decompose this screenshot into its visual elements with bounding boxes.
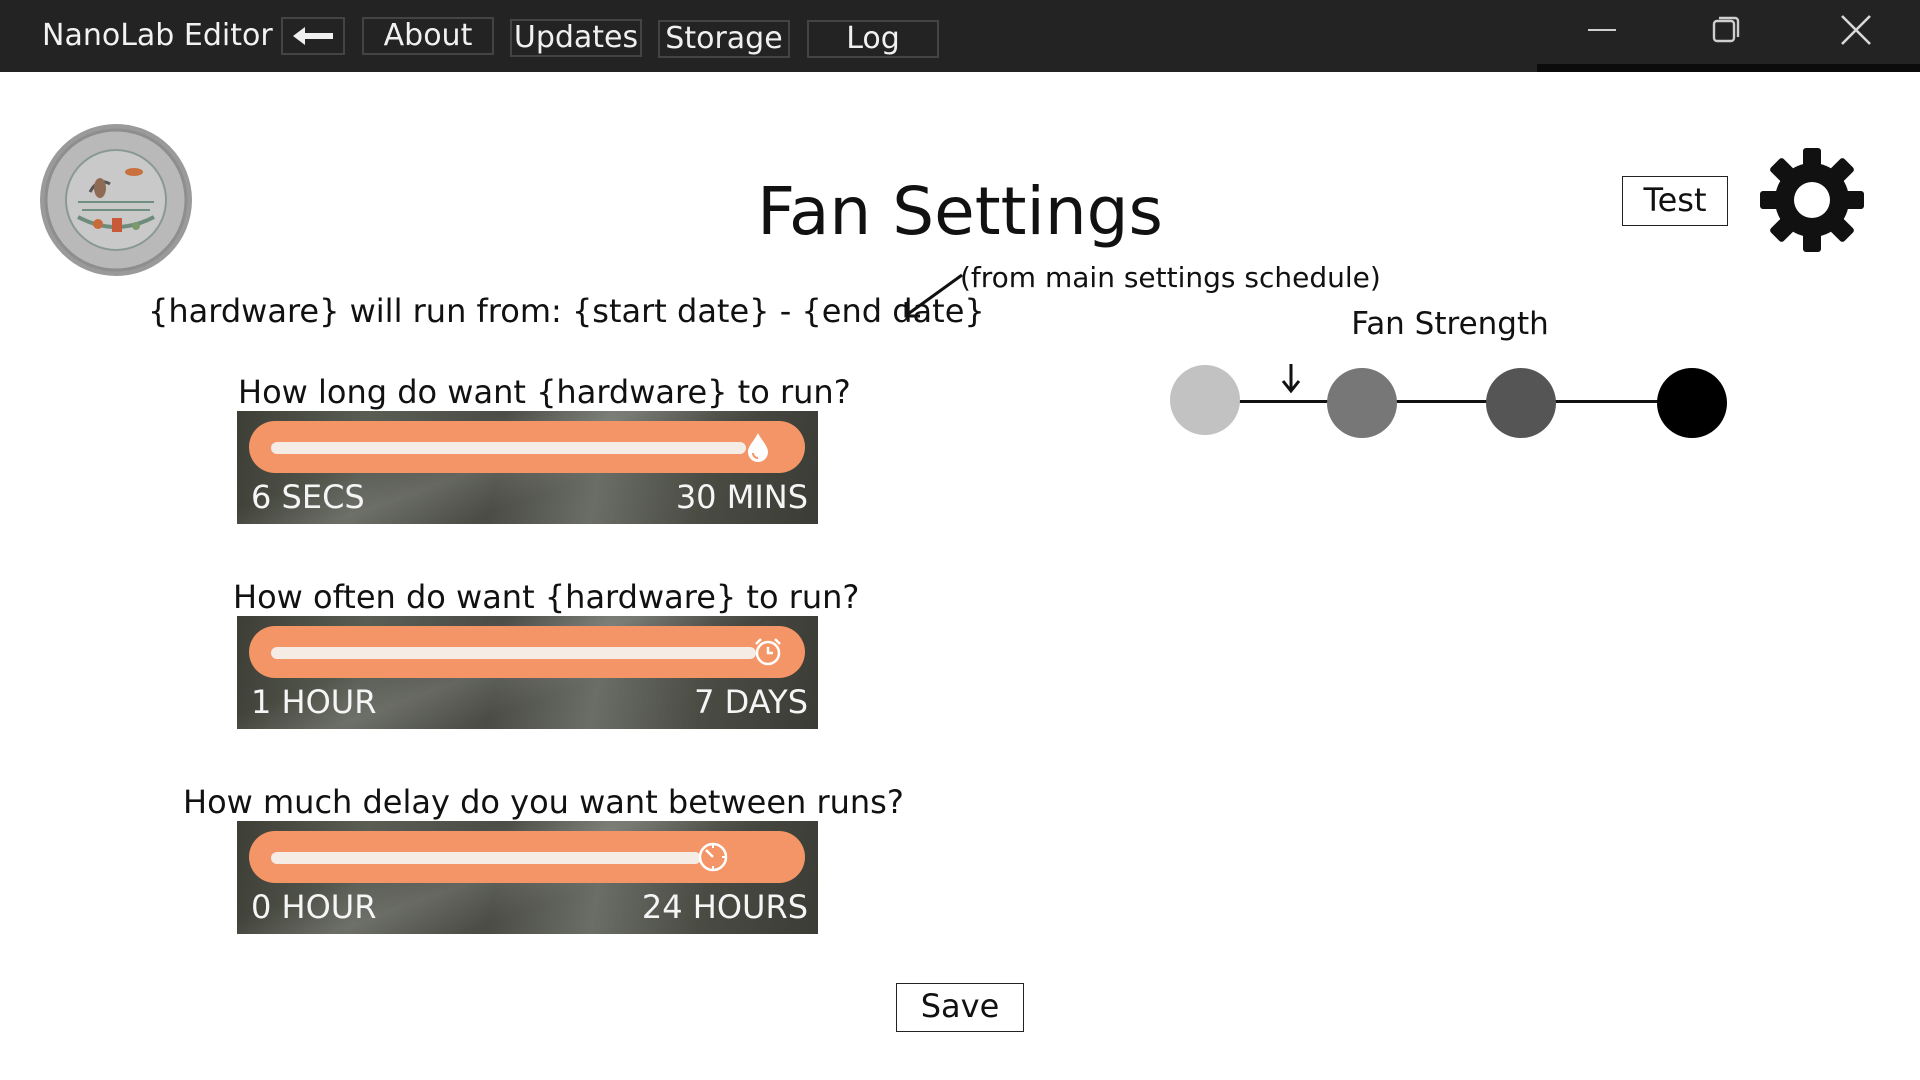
slider-track	[271, 442, 746, 454]
minimize-icon[interactable]	[1580, 12, 1624, 48]
back-button[interactable]	[281, 17, 345, 55]
schedule-note: (from main settings schedule)	[960, 261, 1381, 294]
app-title: NanoLab Editor	[42, 18, 273, 53]
page-title: Fan Settings	[757, 173, 1163, 250]
title-bar: NanoLab Editor About Updates Storage Log	[0, 0, 1920, 72]
nanolab-seal-logo	[40, 124, 192, 276]
slider-min-label: 6 SECS	[251, 478, 365, 516]
slider-track	[271, 647, 756, 659]
close-icon[interactable]	[1834, 12, 1878, 48]
slider-min-label: 1 HOUR	[251, 683, 377, 721]
fan-level-3[interactable]	[1486, 368, 1556, 438]
gear-icon[interactable]	[1760, 148, 1864, 252]
restore-icon[interactable]	[1704, 12, 1748, 48]
run-frequency-question: How often do want {hardware} to run?	[233, 578, 860, 616]
alarm-clock-icon[interactable]	[752, 636, 784, 668]
run-duration-slider-panel: 6 SECS 30 MINS	[237, 411, 818, 524]
slider-min-label: 0 HOUR	[251, 888, 377, 926]
nav-storage-button[interactable]: Storage	[658, 20, 790, 58]
fan-level-1[interactable]	[1170, 365, 1240, 435]
run-duration-slider[interactable]	[249, 421, 805, 473]
nav-updates-button[interactable]: Updates	[510, 19, 642, 57]
down-arrow-icon	[1281, 364, 1301, 394]
fan-strength-label: Fan Strength	[1351, 306, 1549, 342]
save-button[interactable]: Save	[896, 983, 1024, 1032]
schedule-text: {hardware} will run from: {start date} -…	[148, 292, 985, 330]
run-frequency-slider-panel: 1 HOUR 7 DAYS	[237, 616, 818, 729]
fan-level-4[interactable]	[1657, 368, 1727, 438]
run-delay-question: How much delay do you want between runs?	[183, 783, 904, 821]
slider-max-label: 7 DAYS	[694, 683, 808, 721]
nav-about-button[interactable]: About	[362, 17, 494, 55]
run-delay-slider-panel: 0 HOUR 24 HOURS	[237, 821, 818, 934]
titlebar-accent	[1537, 64, 1920, 72]
nav-log-button[interactable]: Log	[807, 20, 939, 58]
fan-level-2[interactable]	[1327, 368, 1397, 438]
water-drop-icon[interactable]	[742, 431, 774, 463]
run-frequency-slider[interactable]	[249, 626, 805, 678]
run-duration-question: How long do want {hardware} to run?	[238, 373, 851, 411]
run-delay-slider[interactable]	[249, 831, 805, 883]
timer-icon[interactable]	[697, 841, 729, 873]
left-arrow-icon	[293, 27, 333, 45]
fan-strength-track	[1205, 400, 1692, 403]
note-arrow-icon	[904, 273, 963, 318]
slider-max-label: 24 HOURS	[641, 888, 808, 926]
test-button[interactable]: Test	[1622, 176, 1728, 226]
slider-max-label: 30 MINS	[675, 478, 808, 516]
slider-track	[271, 852, 701, 864]
